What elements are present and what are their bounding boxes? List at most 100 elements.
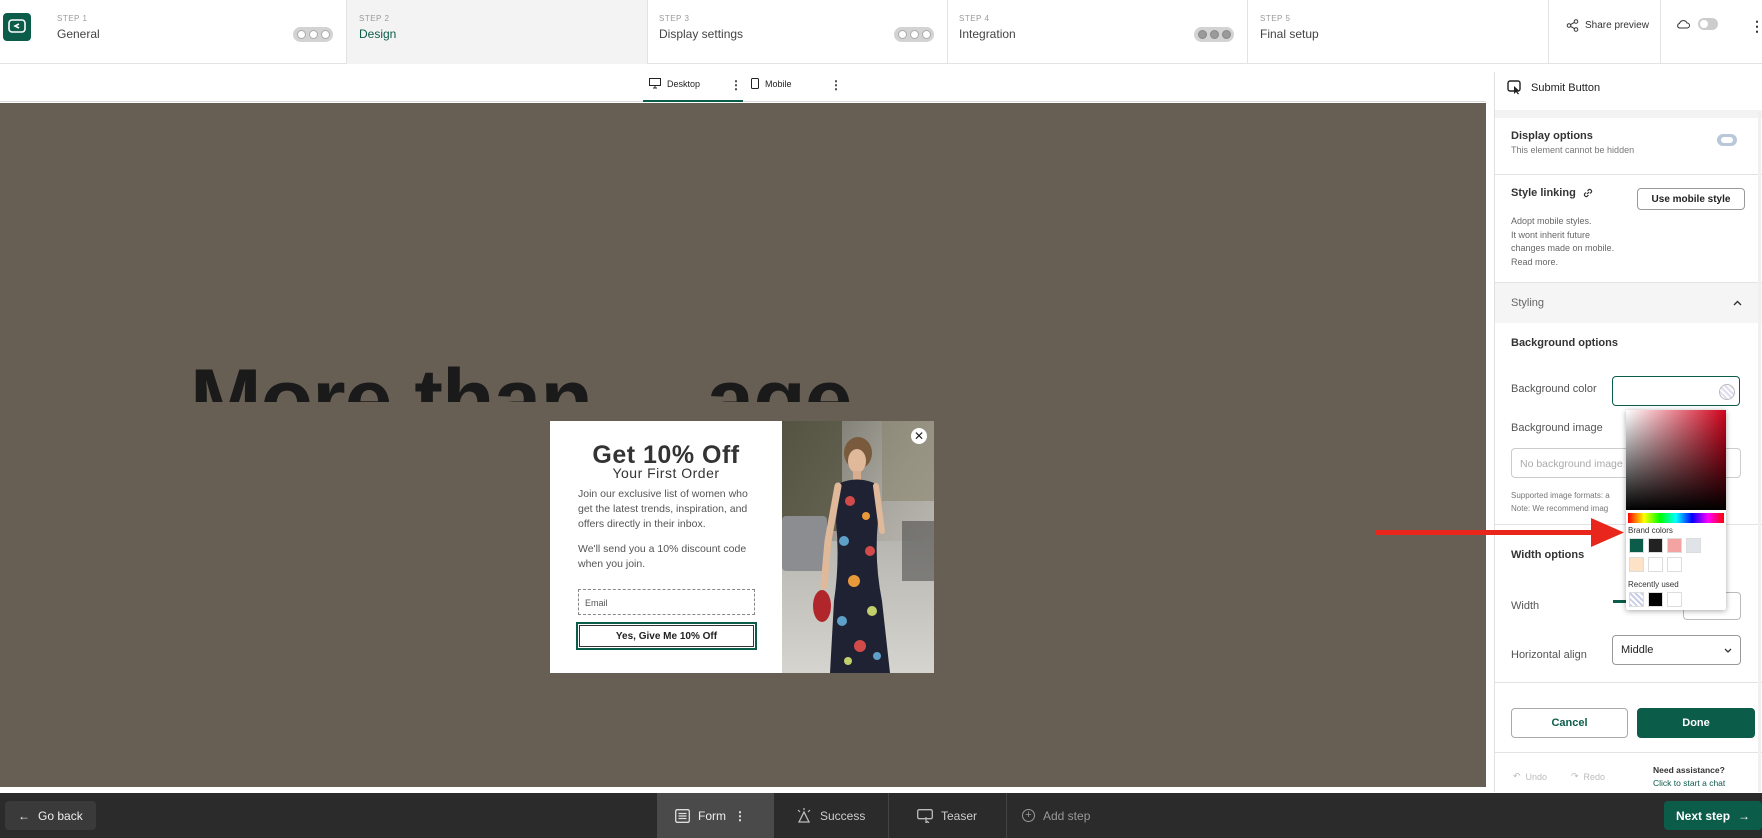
desktop-icon: [649, 78, 661, 89]
brand-color-swatch[interactable]: [1629, 538, 1644, 553]
signup-popup[interactable]: Get 10% Off Your First Order Join our ex…: [550, 421, 934, 673]
step-number: STEP 2: [359, 14, 390, 23]
form-tab[interactable]: Form ⋮: [657, 793, 774, 838]
recent-color-swatch[interactable]: [1648, 592, 1663, 607]
form-options-icon[interactable]: ⋮: [734, 809, 746, 823]
cancel-button[interactable]: Cancel: [1511, 708, 1628, 738]
step-design[interactable]: STEP 2 Design: [347, 0, 648, 64]
go-back-label: Go back: [38, 808, 83, 823]
width-options-title: Width options: [1511, 549, 1585, 561]
background-color-label: Background color: [1511, 383, 1597, 395]
mobile-tab-label: Mobile: [765, 78, 792, 89]
popup-body-text[interactable]: Join our exclusive list of women who get…: [578, 487, 758, 532]
saturation-area[interactable]: [1626, 410, 1726, 510]
divider: [1660, 0, 1661, 64]
undo-label: Undo: [1525, 771, 1548, 782]
divider: [1495, 752, 1762, 753]
step-integration[interactable]: STEP 4 Integration: [948, 0, 1248, 64]
share-preview-label: Share preview: [1585, 20, 1649, 31]
chevron-down-icon: [1724, 648, 1732, 653]
step-number: STEP 3: [659, 14, 690, 23]
add-step-button[interactable]: + Add step: [1022, 801, 1090, 830]
desktop-tab-label: Desktop: [667, 78, 701, 89]
email-field[interactable]: Email: [578, 589, 755, 615]
redo-button[interactable]: ↷ Redo: [1571, 771, 1605, 782]
horizontal-align-label: Horizontal align: [1511, 649, 1587, 661]
bottom-bar: ← Go back Form ⋮ Success Teaser + Add st…: [0, 793, 1762, 838]
popup-subheadline[interactable]: Your First Order: [550, 465, 782, 481]
arrow-right-icon: →: [1738, 808, 1751, 823]
step-name: Final setup: [1260, 27, 1319, 41]
preview-canvas[interactable]: More than ... age Get 10% Off Your First…: [0, 103, 1486, 787]
background-options-title: Background options: [1511, 337, 1618, 349]
use-mobile-style-button[interactable]: Use mobile style: [1637, 188, 1745, 210]
recent-color-swatch[interactable]: [1629, 592, 1644, 607]
redo-icon: ↷: [1571, 771, 1579, 781]
styling-title: Styling: [1511, 297, 1545, 309]
arrow-left-icon: ←: [18, 808, 30, 823]
success-tab[interactable]: Success: [774, 793, 889, 838]
annotation-arrow-icon: [1375, 518, 1624, 547]
step-number: STEP 5: [1260, 14, 1291, 23]
style-linking-line: It wont inherit future: [1511, 229, 1591, 240]
undo-icon: ↶: [1513, 771, 1521, 781]
model-photo[interactable]: [782, 421, 934, 673]
submit-button[interactable]: Yes, Give Me 10% Off: [576, 622, 757, 650]
desktop-options-icon[interactable]: ⋮: [730, 78, 742, 92]
go-back-button[interactable]: ← Go back: [5, 801, 96, 830]
divider: [1495, 682, 1762, 683]
step-final-setup[interactable]: STEP 5 Final setup: [1248, 0, 1548, 64]
close-icon[interactable]: ✕: [911, 428, 927, 444]
brand-color-swatch[interactable]: [1648, 557, 1663, 572]
step-display-settings[interactable]: STEP 3 Display settings: [648, 0, 948, 64]
teaser-tab[interactable]: Teaser: [889, 793, 1007, 838]
undo-button[interactable]: ↶ Undo: [1513, 771, 1547, 782]
styling-accordion[interactable]: Styling: [1495, 283, 1762, 323]
mobile-options-icon[interactable]: ⋮: [830, 78, 842, 92]
display-options-note: This element cannot be hidden: [1511, 145, 1635, 155]
step-number: STEP 4: [959, 14, 990, 23]
read-more-link[interactable]: Read more.: [1511, 256, 1614, 270]
form-icon: [675, 808, 690, 823]
top-bar: STEP 1 General STEP 2 Design STEP 3 Disp…: [0, 0, 1762, 64]
step-progress-indicator: [894, 27, 934, 42]
app-logo[interactable]: [3, 13, 31, 41]
step-progress-indicator: [293, 27, 333, 42]
background-color-input[interactable]: [1612, 376, 1740, 406]
recent-color-swatch[interactable]: [1667, 592, 1682, 607]
style-linking-header: Style linking: [1511, 187, 1594, 199]
popup-discount-text[interactable]: We'll send you a 10% discount code when …: [578, 542, 758, 572]
divider: [1548, 0, 1549, 64]
color-picker-popover[interactable]: Brand colors Recently used: [1626, 410, 1726, 610]
step-name: General: [57, 27, 100, 41]
brand-color-swatch[interactable]: [1667, 557, 1682, 572]
chevron-up-icon: [1733, 300, 1742, 306]
display-toggle[interactable]: [1717, 134, 1737, 146]
horizontal-align-value: Middle: [1621, 644, 1654, 656]
share-icon: [1566, 19, 1579, 32]
next-step-button[interactable]: Next step →: [1664, 801, 1762, 830]
form-tab-label: Form: [698, 808, 726, 823]
autosave-control[interactable]: [1676, 18, 1718, 30]
submit-button-label: Yes, Give Me 10% Off: [615, 630, 718, 642]
brand-color-swatch[interactable]: [1629, 557, 1644, 572]
brand-color-swatch[interactable]: [1648, 538, 1663, 553]
style-linking-title: Style linking: [1511, 187, 1576, 199]
more-options-icon[interactable]: ⋮: [1750, 19, 1762, 33]
recently-used-label: Recently used: [1628, 580, 1679, 589]
done-button[interactable]: Done: [1637, 708, 1755, 738]
style-linking-line: Adopt mobile styles.: [1511, 216, 1592, 226]
hue-slider[interactable]: [1628, 513, 1724, 523]
autosave-toggle[interactable]: [1698, 18, 1718, 30]
panel-header: Submit Button: [1507, 80, 1600, 95]
desktop-tab[interactable]: Desktop: [649, 78, 700, 89]
panel-scrollbar[interactable]: [1758, 112, 1761, 792]
mobile-tab[interactable]: Mobile: [751, 78, 792, 89]
step-general[interactable]: STEP 1 General: [45, 0, 347, 64]
horizontal-align-select[interactable]: Middle: [1612, 635, 1741, 665]
brand-color-swatch[interactable]: [1667, 538, 1682, 553]
start-chat-link[interactable]: Click to start a chat: [1653, 777, 1725, 790]
share-preview-button[interactable]: Share preview: [1566, 19, 1649, 32]
panel-title: Submit Button: [1531, 81, 1601, 94]
brand-color-swatch[interactable]: [1686, 538, 1701, 553]
